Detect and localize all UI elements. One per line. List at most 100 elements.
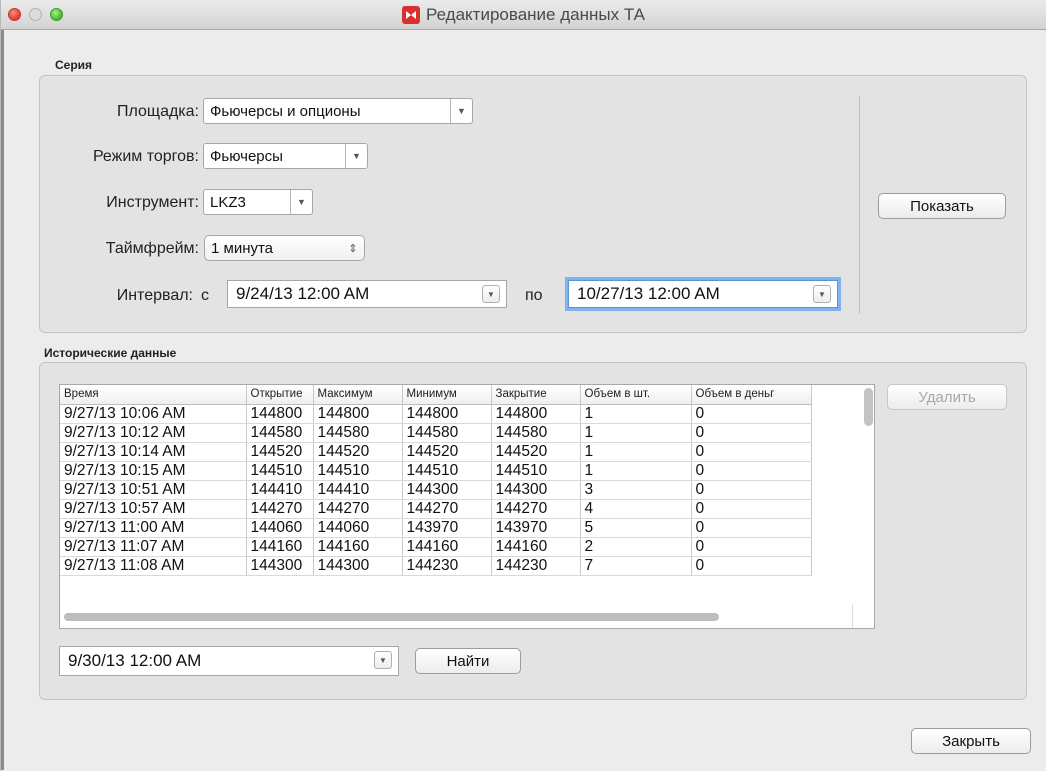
platform-select[interactable]: Фьючерсы и опционы ▼ — [203, 98, 473, 124]
interval-from-field[interactable]: 9/24/13 12:00 AM ▼ — [227, 280, 507, 308]
platform-label: Площадка: — [116, 103, 199, 120]
series-group-label: Серия — [55, 58, 93, 72]
timeframe-select[interactable]: 1 минута ⇕ — [204, 235, 365, 261]
interval-to-label: по — [525, 287, 543, 304]
table-cell: 144160 — [491, 537, 581, 557]
history-table[interactable]: Время Открытие Максимум Минимум Закрытие… — [59, 384, 875, 629]
table-cell: 0 — [691, 442, 812, 462]
history-group-label: Исторические данные — [44, 346, 177, 360]
delete-button[interactable]: Удалить — [887, 384, 1007, 410]
show-button[interactable]: Показать — [878, 193, 1006, 219]
chevron-down-icon: ▼ — [345, 144, 367, 168]
table-cell: 9/27/13 10:14 AM — [60, 442, 247, 462]
search-date-value: 9/30/13 12:00 AM — [68, 651, 202, 670]
timeframe-value: 1 минута — [211, 239, 274, 257]
table-cell: 144300 — [491, 480, 581, 500]
table-cell: 144270 — [402, 499, 492, 519]
table-cell: 144060 — [246, 518, 314, 538]
horizontal-scrollbar[interactable] — [64, 613, 719, 621]
table-cell: 144510 — [246, 461, 314, 481]
find-button[interactable]: Найти — [415, 648, 521, 674]
table-cell: 3 — [580, 480, 692, 500]
interval-from-label: с — [201, 287, 209, 304]
table-cell: 144300 — [246, 556, 314, 576]
table-cell: 0 — [691, 499, 812, 519]
table-cell: 9/27/13 10:57 AM — [60, 499, 247, 519]
table-row[interactable]: 9/27/13 11:08 AM 144300 144300 144230 144230… — [60, 556, 812, 576]
timeframe-label: Таймфрейм: — [105, 240, 199, 257]
up-down-arrows-icon: ⇕ — [348, 242, 358, 255]
table-cell: 144230 — [491, 556, 581, 576]
table-row[interactable]: 9/27/13 11:07 AM 144160 144160 144160 144160… — [60, 537, 812, 557]
table-cell: 0 — [691, 461, 812, 481]
table-cell: 9/27/13 10:15 AM — [60, 461, 247, 481]
table-cell: 144160 — [402, 537, 492, 557]
table-cell: 144580 — [313, 423, 403, 443]
table-cell: 144520 — [491, 442, 581, 462]
column-header-time[interactable]: Время — [60, 385, 247, 405]
table-cell: 144510 — [313, 461, 403, 481]
table-cell: 143970 — [402, 518, 492, 538]
table-cell: 1 — [580, 442, 692, 462]
chevron-down-icon[interactable]: ▼ — [482, 285, 500, 303]
title-bar[interactable]: Редактирование данных ТА — [1, 0, 1046, 30]
table-cell: 9/27/13 11:07 AM — [60, 537, 247, 557]
window-title-area: Редактирование данных ТА — [1, 0, 1046, 30]
table-cell: 144520 — [246, 442, 314, 462]
instrument-value: LKZ3 — [210, 193, 246, 211]
table-row[interactable]: 9/27/13 10:57 AM 144270 144270 144270 144270… — [60, 499, 812, 519]
table-row[interactable]: 9/27/13 10:06 AM 144800 144800 144800 144800… — [60, 404, 812, 424]
table-cell: 144270 — [313, 499, 403, 519]
column-header-open[interactable]: Открытие — [246, 385, 314, 405]
column-header-volume-qty[interactable]: Объем в шт. — [580, 385, 692, 405]
chevron-down-icon: ▼ — [290, 190, 312, 214]
chevron-down-icon[interactable]: ▼ — [813, 285, 831, 303]
table-cell: 144580 — [402, 423, 492, 443]
table-cell: 2 — [580, 537, 692, 557]
table-row[interactable]: 9/27/13 10:12 AM 144580 144580 144580 144580… — [60, 423, 812, 443]
interval-from-value: 9/24/13 12:00 AM — [236, 284, 370, 303]
table-row[interactable]: 9/27/13 10:14 AM 144520 144520 144520 144520… — [60, 442, 812, 462]
history-table-grid: Время Открытие Максимум Минимум Закрытие… — [60, 385, 812, 576]
app-logo-icon — [402, 6, 420, 24]
table-cell: 144800 — [313, 404, 403, 424]
table-cell: 9/27/13 11:00 AM — [60, 518, 247, 538]
vertical-scrollbar[interactable] — [864, 388, 873, 426]
table-body: 9/27/13 10:06 AM 144800 144800 144800 144800… — [60, 404, 812, 576]
table-cell: 1 — [580, 423, 692, 443]
trading-mode-value: Фьючерсы — [210, 147, 283, 165]
table-cell: 144410 — [313, 480, 403, 500]
chevron-down-icon[interactable]: ▼ — [374, 651, 392, 669]
instrument-label: Инструмент: — [106, 194, 199, 211]
trading-mode-label: Режим торгов: — [92, 148, 199, 165]
table-cell: 0 — [691, 518, 812, 538]
column-header-low[interactable]: Минимум — [402, 385, 492, 405]
close-button[interactable]: Закрыть — [911, 728, 1031, 754]
table-cell: 144300 — [313, 556, 403, 576]
instrument-select[interactable]: LKZ3 ▼ — [203, 189, 313, 215]
column-header-volume-money[interactable]: Объем в деньг — [691, 385, 812, 405]
chevron-down-icon: ▼ — [450, 99, 472, 123]
table-header-row: Время Открытие Максимум Минимум Закрытие… — [60, 385, 812, 405]
table-cell: 144580 — [246, 423, 314, 443]
table-row[interactable]: 9/27/13 10:51 AM 144410 144410 144300 144300… — [60, 480, 812, 500]
scroll-corner — [852, 604, 874, 628]
table-cell: 144270 — [491, 499, 581, 519]
table-cell: 1 — [580, 404, 692, 424]
table-cell: 144160 — [313, 537, 403, 557]
search-date-field[interactable]: 9/30/13 12:00 AM ▼ — [59, 646, 399, 676]
table-cell: 144300 — [402, 480, 492, 500]
window-edge — [1, 30, 4, 770]
table-cell: 4 — [580, 499, 692, 519]
table-row[interactable]: 9/27/13 11:00 AM 144060 144060 143970 143970… — [60, 518, 812, 538]
table-cell: 144800 — [402, 404, 492, 424]
table-cell: 144520 — [402, 442, 492, 462]
column-header-close[interactable]: Закрытие — [491, 385, 581, 405]
column-header-high[interactable]: Максимум — [313, 385, 403, 405]
table-cell: 144510 — [491, 461, 581, 481]
interval-to-field[interactable]: 10/27/13 12:00 AM ▼ — [568, 280, 838, 308]
trading-mode-select[interactable]: Фьючерсы ▼ — [203, 143, 368, 169]
table-cell: 7 — [580, 556, 692, 576]
dialog-window: Редактирование данных ТА Серия Площадка:… — [0, 0, 1046, 771]
table-row[interactable]: 9/27/13 10:15 AM 144510 144510 144510 144510… — [60, 461, 812, 481]
